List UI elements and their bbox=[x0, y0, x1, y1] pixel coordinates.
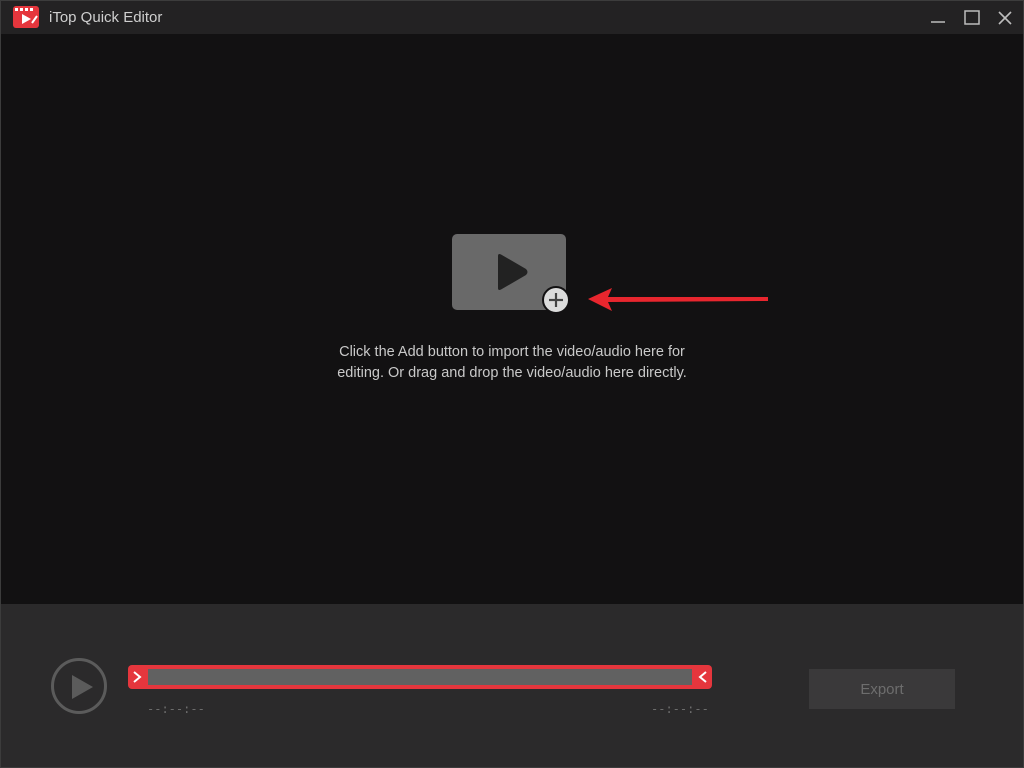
minimize-icon bbox=[931, 21, 945, 23]
play-icon bbox=[498, 254, 528, 290]
timeline-track[interactable] bbox=[148, 669, 692, 685]
minimize-button[interactable] bbox=[927, 7, 949, 29]
trim-timeline[interactable] bbox=[128, 665, 712, 689]
trim-start-handle[interactable] bbox=[128, 665, 146, 689]
red-arrow-annotation bbox=[588, 288, 768, 311]
export-button[interactable]: Export bbox=[809, 669, 955, 709]
app-logo-icon bbox=[13, 6, 39, 28]
import-hint-text: Click the Add button to import the video… bbox=[337, 344, 687, 381]
maximize-button[interactable] bbox=[961, 7, 983, 29]
trim-end-handle[interactable] bbox=[694, 665, 712, 689]
close-icon bbox=[998, 11, 1012, 25]
start-time-label: --:--:-- bbox=[147, 702, 205, 716]
title-bar: iTop Quick Editor bbox=[0, 0, 1024, 34]
close-button[interactable] bbox=[994, 7, 1016, 29]
play-icon bbox=[72, 675, 93, 699]
maximize-icon bbox=[964, 10, 980, 25]
end-time-label: --:--:-- bbox=[651, 702, 709, 716]
add-file-button[interactable] bbox=[542, 286, 570, 314]
app-title: iTop Quick Editor bbox=[49, 9, 163, 26]
play-button[interactable] bbox=[51, 658, 107, 714]
chevron-right-icon bbox=[133, 671, 142, 683]
chevron-left-icon bbox=[698, 671, 707, 683]
playback-bar: --:--:-- --:--:-- Export bbox=[0, 604, 1024, 768]
plus-icon bbox=[549, 293, 563, 307]
preview-area[interactable]: Click the Add button to import the video… bbox=[0, 34, 1024, 604]
